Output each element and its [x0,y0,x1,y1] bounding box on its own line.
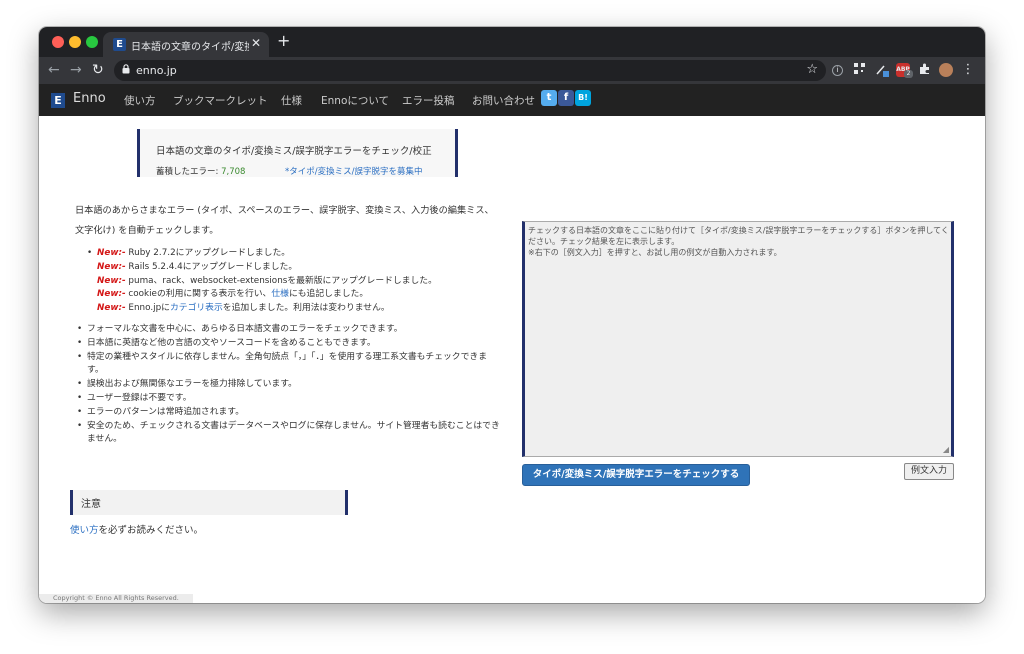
hatena-bookmark-icon[interactable]: B! [575,90,591,106]
nav-item-report-error[interactable]: エラー投稿 [402,93,455,108]
site-navbar: E Enno 使い方 ブックマークレット 仕様 Ennoについて エラー投稿 お… [39,84,985,116]
error-count-value: 7,708 [221,167,246,177]
new-tag: New:- [97,289,126,300]
category-link[interactable]: カテゴリ表示 [170,303,223,313]
resize-handle-icon[interactable]: ◢ [943,445,949,454]
footer: Copyright © Enno All Rights Reserved. [39,594,193,603]
brand-name[interactable]: Enno [73,91,106,106]
address-bar[interactable]: enno.jp ☆ [114,60,826,81]
nav-item-contact[interactable]: お問い合わせ [472,93,535,108]
news-item: New:- puma、rack、websocket-extensionsを最新版… [97,275,501,289]
new-tag: New:- [97,261,126,272]
nav-item-bookmarklet[interactable]: ブックマークレット [173,93,268,108]
feature-item: ユーザー登録は不要です。 [77,392,501,406]
nav-item-spec[interactable]: 仕様 [281,93,302,108]
news-text: puma、rack、websocket-extensionsを最新版にアップグレ… [125,275,437,286]
news-item: New:- Rails 5.2.4.4にアップグレードしました。 [97,261,501,275]
nav-item-about[interactable]: Ennoについて [321,93,389,108]
header-banner: 日本語の文章のタイポ/変換ミス/誤字脱字エラーをチェック/校正 蓄積したエラー:… [137,129,458,177]
feature-item: エラーのパターンは常時追加されます。 [77,406,501,420]
new-tag: New:- [97,248,126,258]
maximize-window-button[interactable] [86,36,98,48]
feature-item: 日本語に英語など他の言語の文やソースコードを含めることもできます。 [77,337,501,351]
feature-list: フォーマルな文書を中心に、あらゆる日本語文書のエラーをチェックできます。 日本語… [77,323,501,448]
close-tab-icon[interactable]: ✕ [251,36,261,50]
tab-strip: E 日本語の文章のタイポ/変換ミス/誤字脱字エラーをチェック ✕ + [39,27,985,57]
browser-toolbar: ← → ↻ enno.jp ☆ i ABP 2 ⋮ [39,57,985,84]
tab-title: 日本語の文章のタイポ/変換ミス/誤字脱字エラーをチェック [131,42,249,53]
sample-input-button[interactable]: 例文入力 [904,463,954,480]
feature-item: 特定の業種やスタイルに依存しません。全角句読点「，」「．」を使用する理工系文書も… [77,351,501,379]
text-input-placeholder: チェックする日本語の文章をここに貼り付けて［タイポ/変換ミス/誤字脱字エラーをチ… [528,226,949,257]
intro-text: 日本語のあからさまなエラー (タイポ、スペースのエラー、誤字脱字、変換ミス、入力… [75,205,494,236]
bookmark-star-icon[interactable]: ☆ [806,62,818,77]
minimize-window-button[interactable] [69,36,81,48]
news-text: にも追記しました。 [288,289,369,300]
news-text: Enno.jpに [125,303,170,314]
notice-title: 注意 [81,499,101,510]
extensions-puzzle-icon[interactable] [918,63,932,77]
forward-icon[interactable]: → [70,61,82,79]
notice-box: 注意 [70,490,348,515]
twitter-share-icon[interactable]: t [541,90,557,106]
new-tag: New:- [97,303,126,314]
news-list: New:- Ruby 2.7.2にアップグレードしました。 New:- Rail… [87,247,501,316]
check-errors-button[interactable]: タイポ/変換ミス/誤字脱字エラーをチェックする [522,464,750,486]
nav-item-usage[interactable]: 使い方 [124,93,156,108]
news-text: cookieの利用に関する表示を行い、 [125,289,272,300]
facebook-share-icon[interactable]: f [558,90,574,106]
close-window-button[interactable] [52,36,64,48]
reload-icon[interactable]: ↻ [92,61,104,79]
feature-item: フォーマルな文書を中心に、あらゆる日本語文書のエラーをチェックできます。 [77,323,501,337]
browser-window: E 日本語の文章のタイポ/変換ミス/誤字脱字エラーをチェック ✕ + ← → ↻… [39,27,985,603]
profile-avatar[interactable] [939,63,953,77]
feature-item: 安全のため、チェックされる文書はデータベースやログに保存しません。サイト管理者も… [77,420,501,448]
spec-link[interactable]: 仕様 [271,289,289,299]
notice-text: 使い方を必ずお読みください。 [70,522,203,536]
news-text: Rails 5.2.4.4にアップグレードしました。 [125,261,298,272]
usage-link[interactable]: 使い方 [70,525,99,536]
enno-logo-icon[interactable]: E [51,93,65,108]
news-item: New:- Ruby 2.7.2にアップグレードしました。 [87,247,501,261]
text-input-area[interactable]: チェックする日本語の文章をここに貼り付けて［タイポ/変換ミス/誤字脱字エラーをチ… [522,221,954,457]
news-text: を追加しました。利用法は変わりません。 [222,303,390,314]
news-item: New:- Enno.jpにカテゴリ表示を追加しました。利用法は変わりません。 [97,302,501,316]
banner-title: 日本語の文章のタイポ/変換ミス/誤字脱字エラーをチェック/校正 [156,146,432,157]
info-extension-icon[interactable]: i [832,65,843,76]
url-text: enno.jp [136,64,177,77]
page-content: 日本語の文章のタイポ/変換ミス/誤字脱字エラーをチェック/校正 蓄積したエラー:… [39,116,985,603]
chrome-menu-icon[interactable]: ⋮ [961,63,975,77]
lock-icon [122,64,130,77]
adblock-count-badge: 2 [904,70,913,78]
copyright-text: Copyright © Enno All Rights Reserved. [53,594,179,602]
back-icon[interactable]: ← [48,61,60,79]
news-text: Ruby 2.7.2にアップグレードしました。 [125,248,291,258]
browser-tab[interactable]: E 日本語の文章のタイポ/変換ミス/誤字脱字エラーをチェック ✕ [103,32,269,57]
notice-body: を必ずお読みください。 [98,525,204,536]
error-count-label: 蓄積したエラー: [156,167,222,177]
new-tag: New:- [97,275,126,286]
favicon-icon: E [113,38,126,51]
new-tab-button[interactable]: + [277,33,290,49]
news-item: New:- cookieの利用に関する表示を行い、仕様にも追記しました。 [97,288,501,302]
error-count: 蓄積したエラー: 7,708 [156,165,245,177]
qr-extension-icon[interactable] [852,63,866,77]
feature-item: 誤検出および無関係なエラーを極力排除しています。 [77,378,501,392]
recruit-errors-link[interactable]: *タイポ/変換ミス/誤字脱字を募集中 [285,165,422,177]
pen-extension-icon[interactable] [875,63,889,77]
